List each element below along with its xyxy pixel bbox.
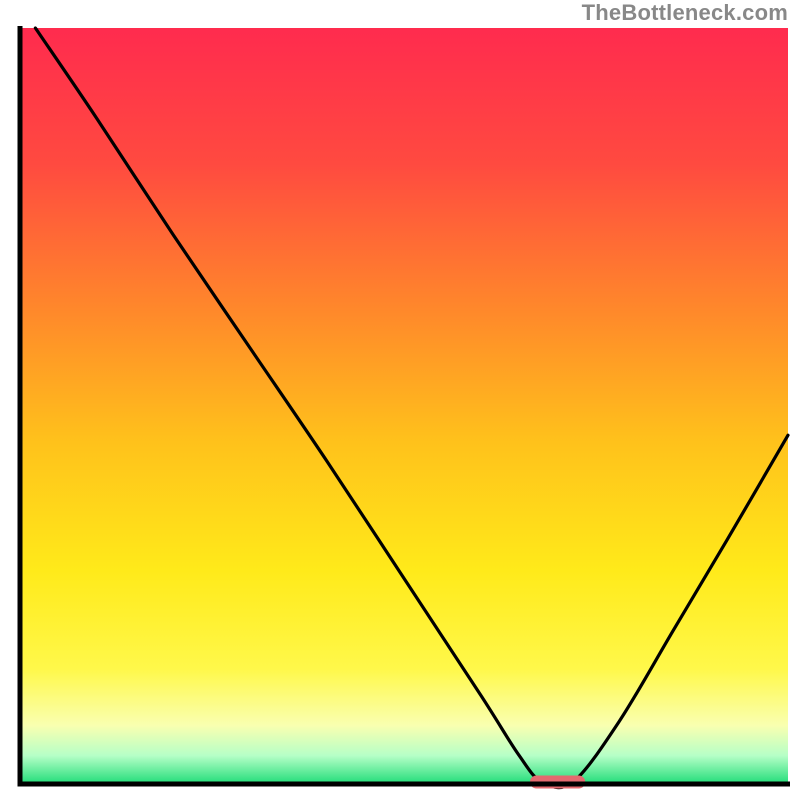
bottleneck-chart [0, 0, 800, 800]
chart-plot-area [20, 28, 788, 782]
